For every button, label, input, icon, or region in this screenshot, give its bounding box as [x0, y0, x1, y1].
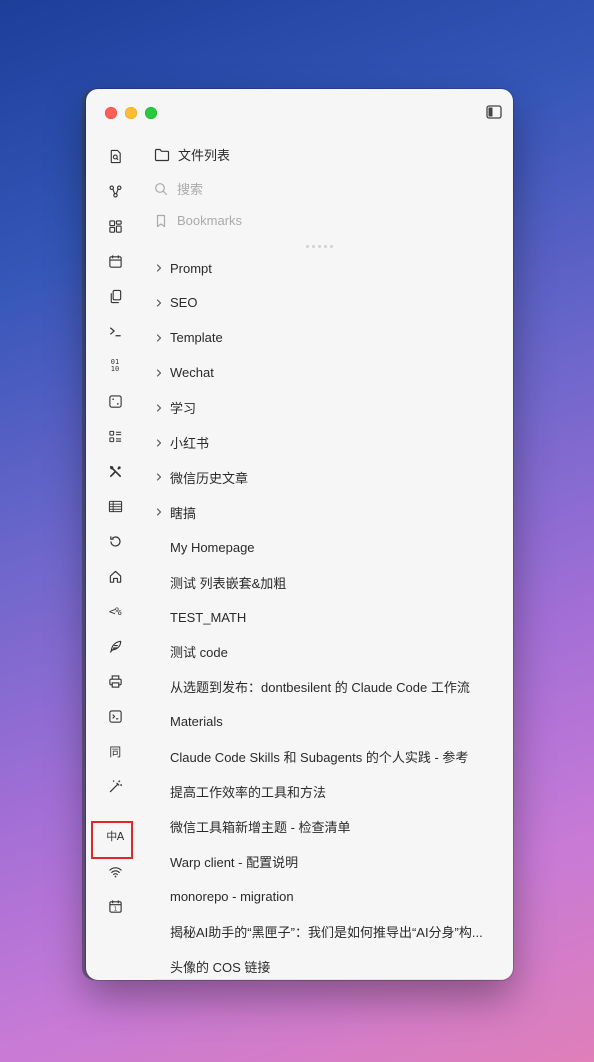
list-layout-icon[interactable]: [100, 423, 130, 449]
bookmarks-item[interactable]: Bookmarks: [154, 213, 242, 228]
magic-wand-icon[interactable]: [100, 773, 130, 799]
folder-label: 学习: [170, 401, 197, 417]
file-item[interactable]: 揭秘AI助手的“黑匣子”：我们是如何推导出“AI分身”构...: [154, 920, 510, 942]
chevron-right-icon: [154, 298, 170, 308]
tools-icon[interactable]: [100, 458, 130, 484]
chevron-right-icon: [154, 263, 170, 273]
calendar-day-icon[interactable]: 1: [100, 893, 130, 919]
file-label: 测试 列表嵌套&加粗: [170, 575, 287, 591]
file-item[interactable]: Materials: [154, 711, 510, 733]
chevron-right-icon: [154, 472, 170, 482]
file-list-title: 文件列表: [178, 148, 231, 163]
folder-item[interactable]: Prompt: [154, 257, 494, 279]
file-item[interactable]: 头像的 COS 链接: [154, 955, 510, 977]
bookmarks-label: Bookmarks: [177, 213, 243, 228]
file-item[interactable]: Warp client - 配置说明: [154, 850, 510, 872]
file-label: Claude Code Skills 和 Subagents 的个人实践 - 参…: [170, 750, 469, 766]
file-label: 测试 code: [170, 645, 228, 661]
file-label: 从选题到发布：dontbesilent 的 Claude Code 工作流: [170, 680, 470, 696]
dice-icon[interactable]: [100, 388, 130, 414]
file-item[interactable]: monorepo - migration: [154, 885, 510, 907]
folder-icon: [154, 148, 170, 161]
folder-label: Prompt: [170, 260, 212, 276]
binary-icon[interactable]: 01 10: [100, 353, 130, 379]
file-item[interactable]: 提高工作效率的工具和方法: [154, 781, 510, 803]
chevron-right-icon: [154, 507, 170, 517]
file-label: TEST_MATH: [170, 609, 247, 625]
file-label: monorepo - migration: [170, 888, 294, 904]
history-icon[interactable]: [100, 528, 130, 554]
file-item[interactable]: Claude Code Skills 和 Subagents 的个人实践 - 参…: [154, 746, 510, 768]
folder-label: Wechat: [170, 365, 214, 381]
sync-text-icon[interactable]: 同: [100, 738, 130, 764]
grid-icon[interactable]: [100, 213, 130, 239]
template-code-icon[interactable]: <%: [100, 598, 130, 624]
file-item[interactable]: My Homepage: [154, 536, 510, 558]
folder-label: Template: [170, 330, 223, 346]
file-item[interactable]: 测试 列表嵌套&加粗: [154, 571, 510, 593]
minimize-window-button[interactable]: [125, 107, 137, 119]
folder-label: 瞎搞: [170, 505, 197, 521]
file-item[interactable]: TEST_MATH: [154, 606, 510, 628]
file-label: Warp client - 配置说明: [170, 854, 299, 870]
copy-files-icon[interactable]: [100, 283, 130, 309]
search-icon: [155, 182, 168, 195]
file-label: 提高工作效率的工具和方法: [170, 785, 327, 800]
search-input[interactable]: 搜索: [154, 179, 203, 198]
drag-handle[interactable]: [306, 245, 333, 248]
search-file-icon[interactable]: [100, 143, 130, 169]
file-label: 头像的 COS 链接: [170, 959, 271, 975]
chevron-right-icon: [154, 438, 170, 448]
file-item[interactable]: 从选题到发布：dontbesilent 的 Claude Code 工作流: [154, 676, 510, 698]
folder-item[interactable]: SEO: [154, 292, 494, 314]
chevron-right-icon: [154, 403, 170, 413]
table-icon[interactable]: [100, 493, 130, 519]
folder-item[interactable]: 学习: [154, 397, 494, 419]
folder-item[interactable]: Template: [154, 327, 494, 349]
panel-divider: [154, 979, 505, 980]
feather-icon[interactable]: [100, 633, 130, 659]
calendar-icon[interactable]: [100, 248, 130, 274]
terminal-box-icon[interactable]: [100, 703, 130, 729]
folder-item[interactable]: Wechat: [154, 362, 494, 384]
svg-text:1: 1: [113, 906, 117, 912]
printer-icon[interactable]: [100, 668, 130, 694]
file-item[interactable]: 微信工具箱新增主题 - 检查清单: [154, 815, 510, 837]
terminal-prompt-icon[interactable]: [100, 318, 130, 344]
translate-icon-highlight: [91, 821, 133, 859]
file-label: 揭秘AI助手的“黑匣子”：我们是如何推导出“AI分身”构...: [170, 924, 483, 940]
file-list-header[interactable]: 文件列表: [154, 145, 230, 164]
wifi-icon[interactable]: [100, 858, 130, 884]
bookmark-icon: [156, 214, 166, 227]
file-label: 微信工具箱新增主题 - 检查清单: [170, 819, 351, 835]
app-window: 01 10 <% 同 中A 1 文件列表 搜索 Bookmarks Prompt…: [86, 89, 513, 980]
search-placeholder: 搜索: [177, 182, 204, 197]
folder-item[interactable]: 小红书: [154, 432, 494, 454]
folder-item[interactable]: 微信历史文章: [154, 466, 494, 488]
folder-label: 微信历史文章: [170, 470, 249, 486]
file-explorer-panel: 文件列表 搜索 Bookmarks Prompt SEO Template Wecha…: [146, 89, 513, 980]
folder-label: 小红书: [170, 436, 210, 451]
folder-label: SEO: [170, 295, 198, 311]
file-label: My Homepage: [170, 539, 255, 555]
chevron-right-icon: [154, 368, 170, 378]
close-window-button[interactable]: [105, 107, 117, 119]
file-item[interactable]: 测试 code: [154, 641, 510, 663]
graph-icon[interactable]: [100, 178, 130, 204]
home-icon[interactable]: [100, 563, 130, 589]
folder-item[interactable]: 瞎搞: [154, 501, 494, 523]
file-label: Materials: [170, 714, 223, 730]
chevron-right-icon: [154, 333, 170, 343]
